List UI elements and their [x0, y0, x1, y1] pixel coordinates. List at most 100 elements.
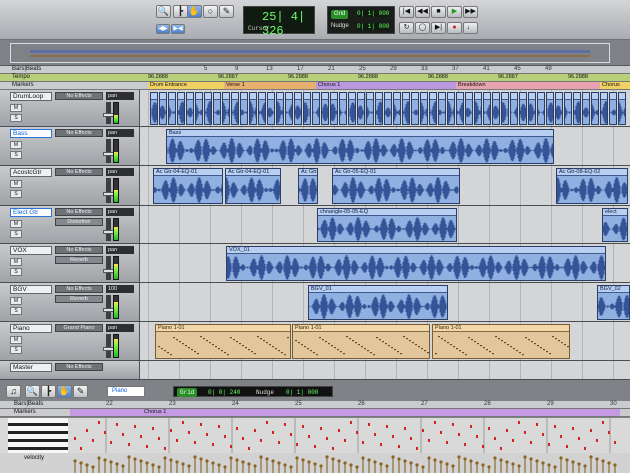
track-lane[interactable]: BGV_01 BGV_02 [140, 283, 630, 321]
velocity-stalks[interactable] [70, 453, 625, 473]
audio-clip[interactable] [546, 92, 554, 125]
insert-slot-2[interactable]: Reverb [55, 295, 103, 303]
audio-clip[interactable] [330, 92, 338, 125]
audio-clip[interactable] [528, 92, 536, 125]
track-elect-gtr[interactable]: Elect Gtr No Effects Distortion pan M Schnang… [0, 206, 630, 244]
return-to-zero-icon[interactable]: |◀ [399, 6, 414, 18]
marker-flag[interactable]: Breakdown [456, 82, 600, 89]
mute-button[interactable]: M [10, 180, 22, 188]
audio-clip[interactable] [267, 92, 275, 125]
audio-clip[interactable] [474, 92, 482, 125]
pencil-tool-icon[interactable]: ✎ [73, 385, 88, 398]
audio-clip[interactable]: VOX_01 [226, 246, 606, 281]
grabber-tool-icon[interactable]: ✋ [187, 5, 202, 18]
marker-flag[interactable]: Chorus [600, 82, 630, 89]
audio-clip[interactable] [204, 92, 212, 125]
audio-clip[interactable] [159, 92, 167, 125]
pan-control[interactable]: pan [106, 208, 134, 216]
track-name[interactable]: BGV [10, 285, 52, 294]
play-icon[interactable]: ▶ [447, 6, 462, 18]
track-lane[interactable] [140, 361, 630, 379]
track-piano[interactable]: Piano Grand Piano pan M S Piano 1-01 Piano 1-0… [0, 322, 630, 361]
fast-forward-icon[interactable]: ▶▶ [463, 6, 478, 18]
audio-clip[interactable]: Ac Gtr-05-EQ-01 [332, 168, 460, 204]
audio-clip[interactable]: BGV_01 [308, 285, 448, 320]
volume-fader[interactable] [106, 256, 111, 280]
marker-flag[interactable]: Chorus 1 [316, 82, 456, 89]
audio-clip[interactable]: chnangle-05-05-EQ [317, 208, 457, 242]
mute-button[interactable]: M [10, 258, 22, 266]
audio-clip[interactable] [519, 92, 527, 125]
insert-slot[interactable]: Grand Piano [55, 324, 103, 332]
loop-icon[interactable]: ↻ [399, 22, 414, 34]
insert-slot[interactable]: No Effects [55, 168, 103, 176]
track-name[interactable]: Piano [10, 324, 52, 333]
trim-tool-icon[interactable]: ┣ [41, 385, 56, 398]
audio-clip[interactable] [492, 92, 500, 125]
audio-clip[interactable] [222, 92, 230, 125]
grid-value[interactable]: 0| 1| 000 [357, 10, 390, 17]
pan-control[interactable]: 100 [106, 285, 134, 293]
track-name[interactable]: AcostcGtr [10, 168, 52, 177]
marker-chorus-1[interactable]: Chorus 1 [70, 409, 620, 416]
track-header[interactable]: DrumLoop No Effects pan M S [0, 90, 140, 126]
pan-control[interactable]: pan [106, 324, 134, 332]
audio-clip[interactable] [447, 92, 455, 125]
track-name[interactable]: Elect Gtr [10, 208, 52, 217]
track-header[interactable]: Bass No Effects pan M S [0, 127, 140, 165]
speaker-icon[interactable]: ♫ [6, 385, 21, 398]
audio-clip[interactable]: BGV_02 [597, 285, 630, 320]
solo-button[interactable]: S [10, 151, 22, 159]
track-master[interactable]: Master No Effects [0, 361, 630, 380]
nudge-label[interactable]: Nudge [256, 389, 274, 396]
track-header[interactable]: AcostcGtr No Effects pan M S [0, 166, 140, 205]
scrubber-tool-icon[interactable]: ○ [203, 5, 218, 18]
grid-mode-button[interactable]: Grid [177, 388, 198, 397]
main-counter[interactable]: 25| 4| 326 Cursor [243, 6, 315, 38]
tempo-value[interactable]: 96.2887 [218, 74, 238, 80]
audio-clip[interactable] [375, 92, 383, 125]
mute-button[interactable]: M [10, 220, 22, 228]
session-overview[interactable] [0, 40, 630, 66]
track-header[interactable]: VOX No Effects Reverb pan M S [0, 244, 140, 282]
audio-clip[interactable] [411, 92, 419, 125]
audio-clip[interactable] [582, 92, 590, 125]
audio-clip[interactable] [195, 92, 203, 125]
audio-clip[interactable] [465, 92, 473, 125]
insert-slot[interactable]: No Effects [55, 208, 103, 216]
bottom-bars-ruler[interactable]: Bars|Beats 22 23 24 25 26 27 28 29 30 [0, 401, 630, 409]
audio-clip[interactable]: Piano 1-01 [432, 324, 570, 359]
track-lane[interactable] [140, 90, 630, 126]
audio-clip[interactable] [339, 92, 347, 125]
tempo-value[interactable]: 96.2887 [498, 74, 518, 80]
solo-button[interactable]: S [10, 114, 22, 122]
audio-clip[interactable] [618, 92, 626, 125]
mute-button[interactable]: M [10, 297, 22, 305]
track-name[interactable]: Master [10, 363, 52, 372]
insert-slot[interactable]: No Effects [55, 285, 103, 293]
audio-clip[interactable] [402, 92, 410, 125]
audio-clip[interactable]: elect [602, 208, 628, 242]
solo-button[interactable]: S [10, 346, 22, 354]
track-vox[interactable]: VOX No Effects Reverb pan M S VOX_01 [0, 244, 630, 283]
audio-clip[interactable] [555, 92, 563, 125]
audio-clip[interactable] [564, 92, 572, 125]
tempo-value[interactable]: 96.2888 [358, 74, 378, 80]
audio-clip[interactable] [429, 92, 437, 125]
track-lane[interactable]: Bass [140, 127, 630, 165]
tempo-value[interactable]: 96.2888 [568, 74, 588, 80]
volume-fader[interactable] [106, 295, 111, 319]
audio-clip[interactable] [420, 92, 428, 125]
audio-clip[interactable] [303, 92, 311, 125]
audio-clip[interactable]: Ac Gtr [298, 168, 318, 204]
record-icon[interactable]: ● [447, 22, 462, 34]
solo-button[interactable]: S [10, 190, 22, 198]
marker-flag[interactable]: Verse 1 [224, 82, 316, 89]
pan-control[interactable]: pan [106, 246, 134, 254]
zoom-out-icon[interactable]: ▶◀ [171, 24, 185, 34]
audio-clip[interactable] [393, 92, 401, 125]
audio-clip[interactable] [258, 92, 266, 125]
track-header[interactable]: Master No Effects [0, 361, 140, 379]
keyboard[interactable] [8, 418, 68, 453]
audio-clip[interactable] [321, 92, 329, 125]
